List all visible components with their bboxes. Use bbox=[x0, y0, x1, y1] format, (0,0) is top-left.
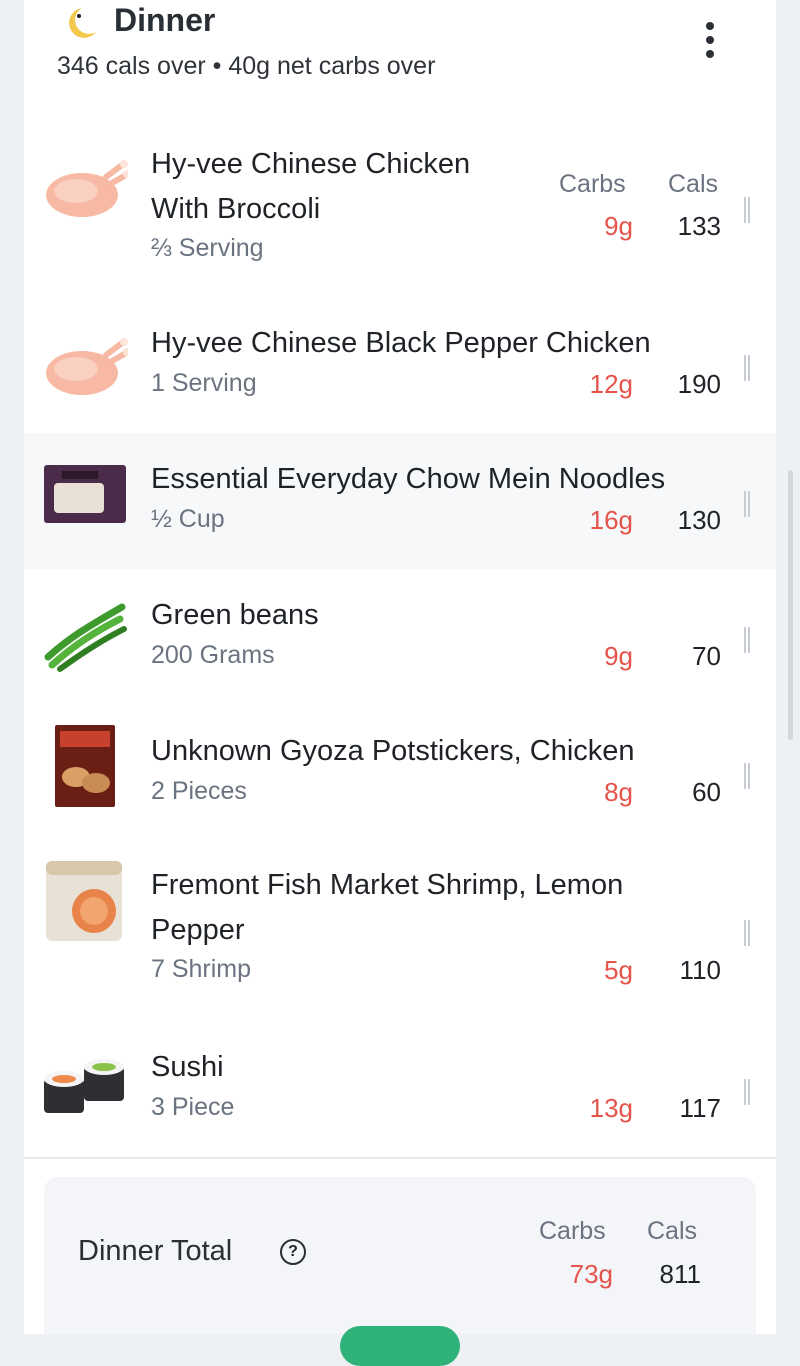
carbs-value: 16g bbox=[589, 505, 633, 535]
meal-summary: 346 cals over • 40g net carbs over bbox=[57, 52, 436, 80]
food-row[interactable]: Essential Everyday Chow Mein Noodles ½ C… bbox=[24, 433, 776, 571]
cals-value: 60 bbox=[692, 777, 721, 807]
chicken-icon bbox=[46, 338, 128, 395]
carbs-value: 8g bbox=[604, 777, 633, 807]
drag-handle[interactable] bbox=[744, 355, 750, 381]
add-food-button[interactable] bbox=[340, 1326, 460, 1366]
meal-total-panel: Dinner Total ? Carbs Cals 73g 811 bbox=[44, 1177, 756, 1334]
food-name-line2: With Broccoli bbox=[151, 193, 321, 225]
serving-size: 3 Piece bbox=[151, 1093, 235, 1121]
noodle-package-image bbox=[44, 465, 126, 523]
meal-card: Dinner 346 cals over • 40g net carbs ove… bbox=[24, 0, 776, 1334]
meal-total-title: Dinner Total bbox=[78, 1235, 233, 1267]
food-row[interactable]: Fremont Fish Market Shrimp, Lemon Pepper… bbox=[24, 841, 776, 1023]
cals-value: 117 bbox=[679, 1093, 721, 1123]
carbs-value: 5g bbox=[604, 955, 633, 985]
serving-size: 1 Serving bbox=[151, 369, 257, 397]
gyoza-package-image bbox=[55, 725, 115, 807]
meal-title: Dinner bbox=[114, 2, 216, 38]
serving-size: ½ Cup bbox=[151, 505, 225, 533]
serving-size: 7 Shrimp bbox=[151, 955, 252, 983]
sushi-icon bbox=[44, 1059, 124, 1113]
total-cals-label: Cals bbox=[647, 1217, 698, 1245]
food-name: Green beans bbox=[151, 599, 319, 631]
drag-handle[interactable] bbox=[744, 197, 750, 223]
cals-value: 130 bbox=[677, 505, 721, 535]
food-row[interactable]: Green beans 200 Grams 9g 70 bbox=[24, 569, 776, 707]
food-row[interactable]: Unknown Gyoza Potstickers, Chicken 2 Pie… bbox=[24, 705, 776, 843]
carbs-value: 12g bbox=[589, 369, 633, 399]
food-name: Fremont Fish Market Shrimp, Lemon bbox=[151, 869, 624, 901]
total-carbs-label: Carbs bbox=[539, 1217, 606, 1245]
moon-icon bbox=[69, 8, 96, 38]
drag-handle[interactable] bbox=[744, 491, 750, 517]
total-carbs-value: 73g bbox=[569, 1259, 613, 1289]
cals-value: 133 bbox=[677, 211, 721, 241]
chicken-icon bbox=[46, 160, 128, 217]
cals-value: 70 bbox=[692, 641, 721, 671]
carbs-column-label: Carbs bbox=[559, 170, 626, 198]
food-name: Essential Everyday Chow Mein Noodles bbox=[151, 463, 666, 495]
food-name: Sushi bbox=[151, 1051, 224, 1083]
food-name: Hy-vee Chinese Black Pepper Chicken bbox=[151, 327, 651, 359]
food-name: Hy-vee Chinese Chicken bbox=[151, 148, 471, 180]
serving-size: 200 Grams bbox=[151, 641, 275, 669]
more-options-icon[interactable] bbox=[696, 20, 724, 60]
carbs-value: 9g bbox=[604, 211, 633, 241]
meal-header: Dinner 346 cals over • 40g net carbs ove… bbox=[24, 0, 776, 119]
cals-value: 110 bbox=[679, 955, 721, 985]
scrollbar[interactable] bbox=[788, 470, 793, 740]
total-cals-value: 811 bbox=[659, 1259, 701, 1289]
shrimp-package-image bbox=[46, 861, 122, 941]
cals-value: 190 bbox=[677, 369, 721, 399]
green-beans-icon bbox=[44, 603, 127, 672]
cals-column-label: Cals bbox=[668, 170, 719, 198]
drag-handle[interactable] bbox=[744, 763, 750, 789]
food-row[interactable]: Sushi 3 Piece 13g 117 bbox=[24, 1021, 776, 1159]
serving-size: 2 Pieces bbox=[151, 777, 247, 805]
drag-handle[interactable] bbox=[744, 920, 750, 946]
serving-size: ⅔ Serving bbox=[151, 234, 264, 262]
help-icon[interactable]: ? bbox=[280, 1239, 306, 1265]
food-row[interactable]: Hy-vee Chinese Chicken With Broccoli ⅔ S… bbox=[24, 117, 776, 299]
carbs-value: 13g bbox=[589, 1093, 633, 1123]
food-name: Unknown Gyoza Potstickers, Chicken bbox=[151, 735, 635, 767]
carbs-value: 9g bbox=[604, 641, 633, 671]
food-row[interactable]: Hy-vee Chinese Black Pepper Chicken 1 Se… bbox=[24, 297, 776, 435]
food-name-line2: Pepper bbox=[151, 914, 245, 946]
drag-handle[interactable] bbox=[744, 1079, 750, 1105]
drag-handle[interactable] bbox=[744, 627, 750, 653]
